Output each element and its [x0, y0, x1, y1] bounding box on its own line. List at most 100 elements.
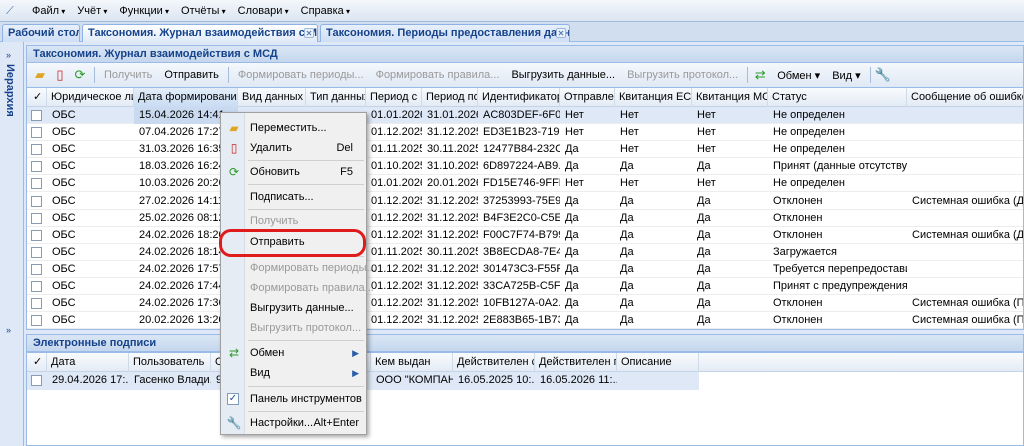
col-sig-valid-to[interactable]: Действителен по	[535, 353, 617, 372]
table-row[interactable]: ОБС 07.04.2026 17:27 01.12.2025 31.12.2025 E…	[27, 124, 1023, 142]
col-identifier[interactable]: Идентификатор до	[478, 88, 560, 107]
cell-msd: Да	[697, 280, 711, 292]
row-checkbox[interactable]	[31, 110, 42, 121]
menu-refresh[interactable]: ⟳ Обновить F5	[221, 162, 367, 182]
tab-desktop[interactable]: Рабочий стол	[2, 24, 80, 42]
expand-icon[interactable]: »	[6, 50, 11, 60]
tab-label: Рабочий стол	[8, 27, 80, 39]
check-icon[interactable]: ✓	[227, 393, 239, 405]
table-row[interactable]: ОБС 25.02.2026 08:12 01.12.2025 31.12.2025 B…	[27, 210, 1023, 227]
close-icon[interactable]: ✕	[556, 28, 566, 38]
row-checkbox[interactable]	[31, 281, 42, 292]
row-checkbox[interactable]	[31, 178, 42, 190]
row-checkbox[interactable]	[31, 315, 42, 327]
menu-functions[interactable]: Функции	[113, 5, 175, 17]
cell-msd: Да	[697, 314, 711, 327]
menu-help[interactable]: Справка	[295, 5, 356, 17]
menu-get[interactable]: Получить	[221, 211, 367, 231]
signatures-panel-title: Электронные подписи	[26, 334, 1024, 352]
cell-esmv: Нет	[620, 126, 639, 139]
menu-export-data[interactable]: Выгрузить данные...	[221, 298, 367, 318]
table-row[interactable]: ОБС 24.02.2026 17:57 01.12.2025 31.12.2025 3…	[27, 261, 1023, 278]
table-row[interactable]: ОБС 27.02.2026 14:11 01.12.2025 31.12.2025 3…	[27, 193, 1023, 210]
cell-entity: ОБС	[52, 126, 76, 139]
table-row[interactable]: ОБС 24.02.2026 17:36 01.12.2025 31.12.2025 1…	[27, 295, 1023, 313]
menu-move[interactable]: ▰ Переместить...	[221, 118, 367, 138]
splitter-handle-icon[interactable]: »	[6, 325, 11, 335]
cell-from: 01.12.2025	[371, 297, 422, 310]
refresh-icon[interactable]: ⟳	[71, 66, 89, 84]
select-all-checkbox[interactable]: ✓	[27, 353, 47, 372]
export-data-button[interactable]: Выгрузить данные...	[505, 69, 621, 81]
hierarchy-panel[interactable]: » Иерархия »	[0, 42, 24, 446]
table-row[interactable]: ОБС 15.04.2026 14:41 01.01.2026 31.01.2026 A…	[27, 107, 1023, 124]
view-button[interactable]: Вид ▾	[826, 69, 866, 82]
menu-sign[interactable]: Подписать...	[221, 187, 367, 207]
cell-msd: Да	[697, 160, 711, 173]
wrench-icon[interactable]: 🔧	[874, 66, 892, 84]
row-checkbox[interactable]	[31, 195, 42, 207]
menu-toolbar-panel[interactable]: ✓ Панель инструментов	[221, 389, 367, 409]
menu-export-protocol[interactable]: Выгрузить протокол...	[221, 318, 367, 338]
menu-dictionaries[interactable]: Словари	[232, 5, 295, 17]
menu-file[interactable]: Файл	[26, 5, 71, 17]
exchange-button[interactable]: Обмен ▾	[771, 69, 826, 82]
menu-view[interactable]: Вид ▶	[221, 363, 367, 383]
col-sig-date[interactable]: Дата	[47, 353, 129, 372]
menu-export-protocol-label: Выгрузить протокол...	[250, 322, 362, 334]
form-rules-button[interactable]: Формировать правила...	[370, 69, 506, 81]
menu-delete[interactable]: ▯ Удалить Del	[221, 138, 367, 158]
send-button[interactable]: Отправить	[158, 69, 225, 81]
col-sig-description[interactable]: Описание	[617, 353, 699, 372]
menu-accounting[interactable]: Учёт	[71, 5, 113, 17]
tab-taxonomy-periods[interactable]: Таксономия. Периоды предоставления данны…	[320, 24, 570, 42]
table-row[interactable]: ОБС 24.02.2026 18:14 01.11.2025 30.11.2025 3…	[27, 244, 1023, 261]
table-row[interactable]: ОБС 10.03.2026 20:26 01.01.2026 20.01.2026 F…	[27, 175, 1023, 193]
col-sig-issuer[interactable]: Кем выдан	[371, 353, 453, 372]
menu-form-rules[interactable]: Формировать правила...	[221, 278, 374, 298]
folder-icon[interactable]: ▰	[31, 66, 49, 84]
hierarchy-label: Иерархия	[4, 64, 16, 117]
col-period-to[interactable]: Период по	[422, 88, 478, 107]
row-checkbox[interactable]	[31, 263, 42, 275]
table-row[interactable]: ОБС 24.02.2026 17:44 01.12.2025 31.12.2025 3…	[27, 278, 1023, 295]
row-checkbox[interactable]	[31, 229, 42, 241]
export-protocol-button[interactable]: Выгрузить протокол...	[621, 69, 744, 81]
col-period-from[interactable]: Период с	[366, 88, 422, 107]
col-msd-receipt[interactable]: Квитанция МСД	[692, 88, 768, 107]
row-checkbox[interactable]	[31, 246, 42, 258]
row-checkbox[interactable]	[31, 144, 42, 156]
cell-to: 31.12.2025	[427, 314, 478, 327]
form-periods-button[interactable]: Формировать периоды...	[232, 69, 370, 81]
menu-form-periods[interactable]: Формировать периоды...	[221, 258, 376, 278]
close-icon[interactable]: ✕	[304, 28, 314, 38]
tab-taxonomy-journal[interactable]: Таксономия. Журнал взаимодействия с МСД ✕	[82, 24, 318, 42]
exchange-icon[interactable]: ⇄	[751, 66, 769, 84]
table-row[interactable]: ОБС 18.03.2026 16:24 01.10.2025 31.10.2025 6…	[27, 158, 1023, 176]
col-sig-user[interactable]: Пользователь	[129, 353, 211, 372]
row-checkbox[interactable]	[31, 298, 42, 310]
col-sig-valid-from[interactable]: Действителен с	[453, 353, 535, 372]
table-row[interactable]: ОБС 20.02.2026 13:20 01.12.2025 31.12.2025 2…	[27, 312, 1023, 329]
col-sent[interactable]: Отправлен	[560, 88, 615, 107]
menu-settings[interactable]: 🔧 Настройки... Alt+Enter	[221, 413, 367, 433]
menu-exchange[interactable]: ⇄ Обмен ▶	[221, 343, 367, 363]
row-checkbox[interactable]	[31, 161, 42, 173]
delete-document-icon[interactable]: ▯	[51, 66, 69, 84]
menu-reports[interactable]: Отчёты	[175, 5, 232, 17]
table-row[interactable]: ОБС 24.02.2026 18:20 01.12.2025 31.12.2025 F…	[27, 227, 1023, 244]
cell-msd: Нет	[697, 109, 716, 121]
get-button[interactable]: Получить	[98, 69, 158, 81]
row-checkbox[interactable]	[31, 212, 42, 224]
col-data-type[interactable]: Тип данных	[306, 88, 366, 107]
table-row[interactable]: ОБС 31.03.2026 16:35 01.11.2025 30.11.2025 1…	[27, 141, 1023, 159]
col-data-kind[interactable]: Вид данных	[238, 88, 306, 107]
row-checkbox[interactable]	[31, 375, 42, 386]
col-error[interactable]: Сообщение об ошибке	[907, 88, 1023, 107]
select-all-checkbox[interactable]: ✓	[27, 88, 47, 107]
col-entity[interactable]: Юридическое лицо	[47, 88, 134, 107]
col-date[interactable]: Дата формирования ▾	[134, 88, 238, 107]
row-checkbox[interactable]	[31, 127, 42, 139]
col-esmv-receipt[interactable]: Квитанция ЕСМВ	[615, 88, 692, 107]
col-status[interactable]: Статус	[768, 88, 907, 107]
